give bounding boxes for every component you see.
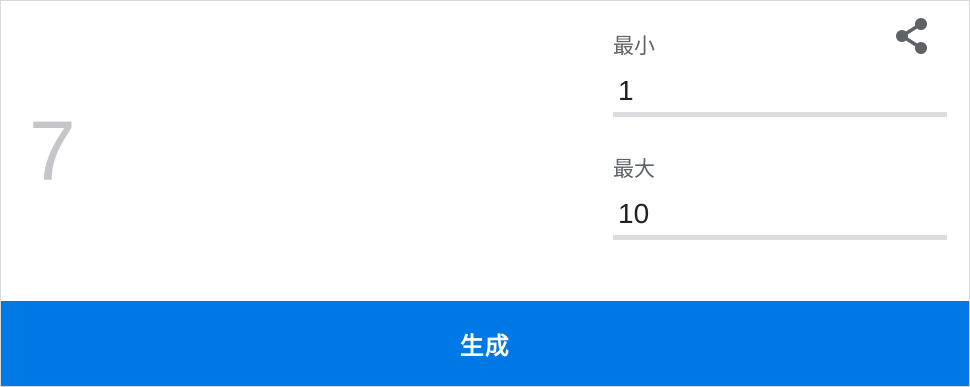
random-number-generator-card: 7 最小 最大 生成 — [0, 0, 970, 387]
min-input[interactable] — [613, 69, 947, 117]
max-input[interactable] — [613, 192, 947, 240]
max-label: 最大 — [613, 157, 655, 181]
min-label: 最小 — [613, 34, 655, 58]
generate-button-label: 生成 — [460, 332, 510, 360]
generate-button[interactable]: 生成 — [1, 301, 969, 386]
max-field: 最大 — [613, 154, 947, 240]
result-number: 7 — [29, 104, 76, 198]
min-field: 最小 — [613, 31, 947, 117]
